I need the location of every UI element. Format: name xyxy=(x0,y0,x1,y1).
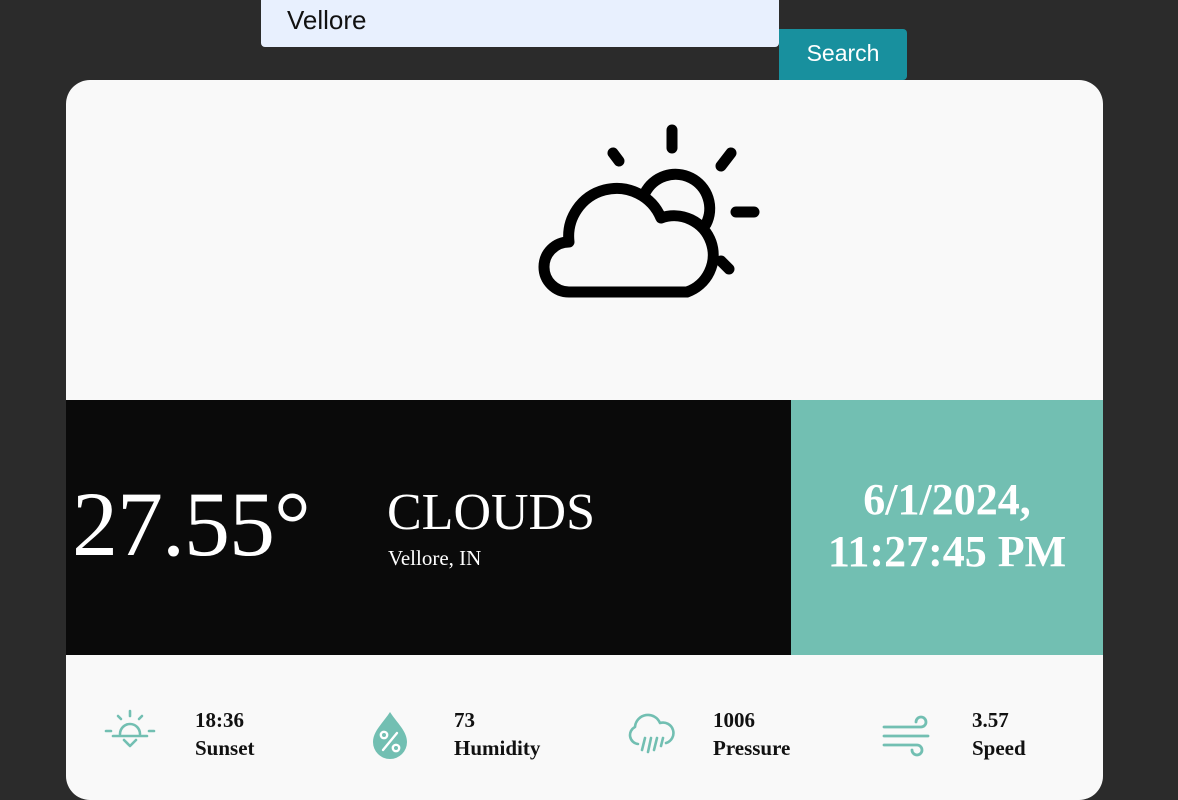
stat-label: Sunset xyxy=(195,736,255,760)
temperature-panel: 27.55° CLOUDS Vellore, IN xyxy=(66,400,791,655)
humidity-icon xyxy=(373,712,407,759)
weather-card: 27.55° CLOUDS Vellore, IN 6/1/2024, 11:2… xyxy=(66,80,1103,800)
weather-condition: CLOUDS xyxy=(387,484,596,541)
weather-stats: 18:36 Sunset 73 Humidity 1006 Pressure 3… xyxy=(66,655,1103,800)
stat-value: 3.57 xyxy=(972,708,1009,732)
stat-label: Speed xyxy=(972,736,1026,760)
datetime-panel: 6/1/2024, 11:27:45 PM xyxy=(791,400,1103,655)
stat-label: Pressure xyxy=(713,736,791,760)
search-input[interactable] xyxy=(261,0,779,47)
cloud-sun-icon xyxy=(538,124,760,298)
sunset-icon xyxy=(104,709,156,748)
temperature: 27.55° xyxy=(72,473,311,575)
stat-value: 1006 xyxy=(713,708,755,732)
stat-label: Humidity xyxy=(454,736,541,760)
pressure-icon xyxy=(628,713,675,754)
time: 11:27:45 PM xyxy=(827,527,1067,576)
wind-icon xyxy=(882,715,930,757)
date: 6/1/2024, xyxy=(863,475,1031,524)
stat-value: 18:36 xyxy=(195,708,244,732)
location: Vellore, IN xyxy=(388,546,482,570)
search-button[interactable]: Search xyxy=(779,29,907,80)
datetime: 6/1/2024, 11:27:45 PM xyxy=(791,474,1103,578)
stat-value: 73 xyxy=(454,708,475,732)
weather-icon-area xyxy=(66,80,1103,400)
